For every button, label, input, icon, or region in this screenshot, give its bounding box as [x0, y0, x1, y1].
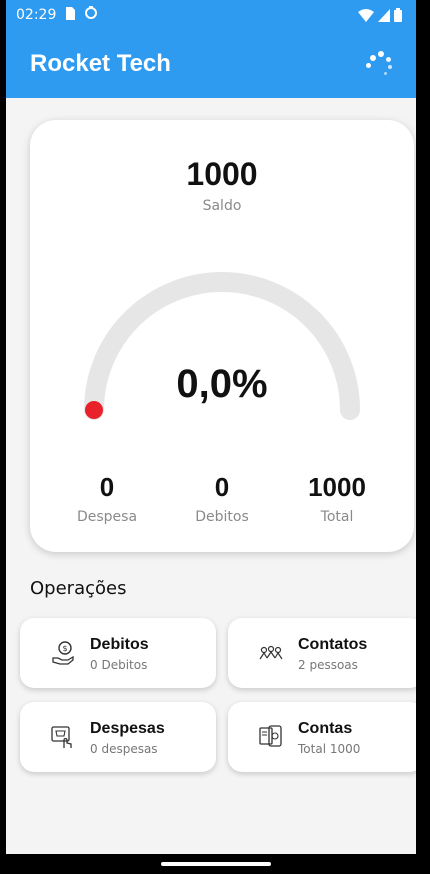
loading-spinner-icon[interactable] [364, 49, 394, 79]
operation-title: Contatos [298, 636, 368, 653]
svg-text:$: $ [62, 644, 67, 653]
stat-label: Total [320, 509, 354, 525]
operation-debitos-card[interactable]: $ Debitos 0 Debitos [20, 618, 216, 688]
wifi-icon [358, 8, 374, 22]
operation-subtitle: 0 Debitos [90, 658, 148, 672]
operation-contatos-card[interactable]: Contatos 2 pessoas [228, 618, 416, 688]
stat-value: 1000 [308, 472, 366, 502]
cart-icon [51, 726, 72, 748]
home-gesture-bar[interactable] [161, 862, 271, 866]
stat-total: 1000 Total [282, 472, 392, 525]
status-bar: 02:29 [6, 0, 416, 30]
phone-screen: 02:29 Rocket Tech 1000 Saldo 0,0% 0 Desp… [6, 0, 416, 874]
app-title: Rocket Tech [30, 50, 171, 77]
operation-subtitle: 0 despesas [90, 742, 158, 756]
operation-despesas-card[interactable]: Despesas 0 despesas [20, 702, 216, 772]
operation-subtitle: 2 pessoas [298, 658, 358, 672]
money-hand-icon: $ [52, 641, 74, 665]
balance-value: 1000 [186, 156, 258, 192]
app-bar: Rocket Tech [6, 30, 416, 98]
stat-value: 0 [99, 472, 115, 502]
operation-contas-card[interactable]: Contas Total 1000 [228, 702, 416, 772]
stat-label: Debitos [195, 509, 249, 525]
balance-label: Saldo [202, 198, 242, 214]
operations-title: Operações [30, 578, 127, 599]
battery-icon [394, 8, 402, 22]
gauge-percent: 0,0% [176, 362, 268, 406]
operation-subtitle: Total 1000 [298, 742, 361, 756]
operation-title: Contas [298, 720, 353, 737]
sync-icon [84, 6, 98, 24]
progress-gauge [84, 272, 360, 420]
stat-label: Despesa [76, 509, 138, 525]
people-icon [259, 645, 283, 660]
stat-value: 0 [214, 472, 230, 502]
navigation-bar [6, 854, 416, 874]
signal-icon [378, 8, 390, 22]
stat-despesa: 0 Despesa [52, 472, 162, 525]
stat-debitos: 0 Debitos [167, 472, 277, 525]
balance-card: 1000 Saldo 0,0% 0 Despesa 0 Debitos 1000… [30, 120, 414, 552]
sim-card-icon [64, 6, 76, 24]
operation-title: Debitos [90, 636, 149, 653]
operation-title: Despesas [90, 720, 165, 737]
bill-icon [259, 725, 282, 747]
status-time: 02:29 [16, 7, 57, 23]
status-right-icons [358, 8, 402, 22]
